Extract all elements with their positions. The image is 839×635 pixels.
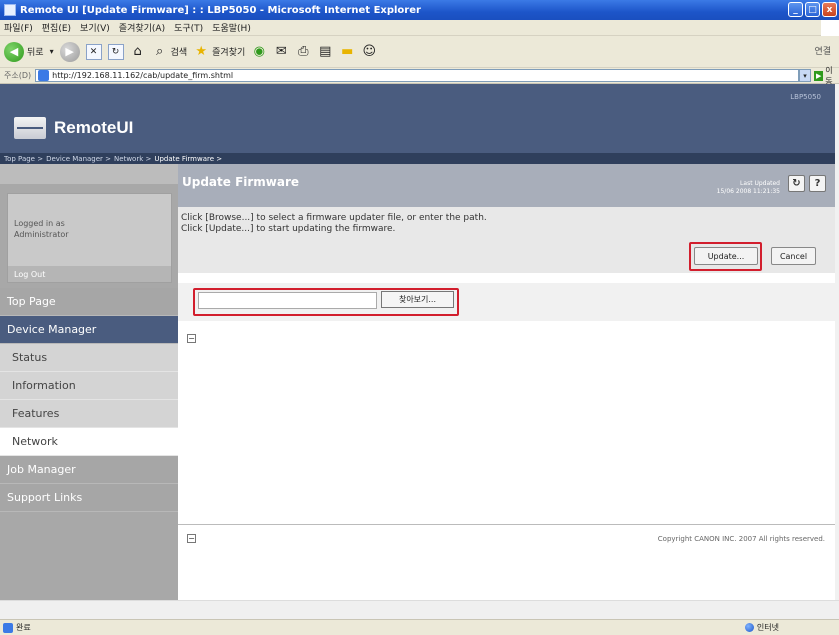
instruction-browse: Click [Browse...] to select a firmware u… xyxy=(181,213,487,223)
remote-ui-logo: RemoteUI xyxy=(14,117,133,139)
address-url[interactable]: http://192.168.11.162/cab/update_firm.sh… xyxy=(52,71,233,80)
menu-view[interactable]: 보기(V) xyxy=(80,21,110,34)
minimize-button[interactable]: _ xyxy=(788,2,803,17)
page-title: Update Firmware xyxy=(182,175,300,189)
favorites-star-icon[interactable]: ★ xyxy=(193,44,209,60)
favorites-button-label[interactable]: 즐겨찾기 xyxy=(212,45,245,58)
file-select-highlight-box xyxy=(193,288,459,316)
status-left: 완료 xyxy=(0,622,31,633)
browser-toolbar: ◀ 뒤로 ▾ ▶ ✕ ↻ ⌂ ⌕ 검색 ★ 즐겨찾기 ◉ ✉ ⎙ ▤ ▬ ☺ xyxy=(0,36,839,68)
back-button-label[interactable]: 뒤로 xyxy=(27,45,44,58)
back-dropdown-icon[interactable]: ▾ xyxy=(50,47,54,56)
main-content: Update Firmware Last Updated 15/06 2008 … xyxy=(178,164,835,600)
windows-logo-icon xyxy=(821,20,839,36)
breadcrumb-top-page[interactable]: Top Page > xyxy=(4,155,43,163)
printer-logo-icon xyxy=(14,117,46,139)
logout-button[interactable]: Log Out xyxy=(8,266,171,282)
page-scrollbar[interactable] xyxy=(835,84,839,604)
device-name: LBP5050 xyxy=(790,93,821,101)
login-line-1: Logged in as xyxy=(14,219,65,228)
refresh-icon[interactable]: ↻ xyxy=(107,43,124,60)
menu-favorites[interactable]: 즐겨찾기(A) xyxy=(119,21,165,34)
help-button[interactable]: ? xyxy=(809,175,826,192)
address-dropdown-icon[interactable]: ▾ xyxy=(799,69,811,82)
address-input[interactable]: http://192.168.11.162/cab/update_firm.sh… xyxy=(35,69,799,82)
edit-icon[interactable]: ▤ xyxy=(317,44,333,60)
refresh-page-button[interactable]: ↻ xyxy=(788,175,805,192)
sidebar-item-network[interactable]: Network xyxy=(0,428,178,456)
sidebar-item-information[interactable]: Information xyxy=(0,372,178,400)
history-icon[interactable]: ◉ xyxy=(251,44,267,60)
collapse-icon[interactable]: − xyxy=(187,334,196,343)
window-title: Remote UI [Update Firmware] : : LBP5050 … xyxy=(20,4,421,16)
window-controls: _ □ x xyxy=(788,2,837,17)
address-label: 주소(D) xyxy=(4,71,32,80)
update-highlight-box xyxy=(689,242,762,271)
maximize-button[interactable]: □ xyxy=(805,2,820,17)
globe-icon xyxy=(744,623,754,632)
cancel-button[interactable]: Cancel xyxy=(771,247,816,265)
last-updated: Last Updated 15/06 2008 11:21:35 xyxy=(717,180,780,196)
mail-icon[interactable]: ✉ xyxy=(273,44,289,60)
menu-help[interactable]: 도움말(H) xyxy=(212,21,251,34)
zone-text: 인터넷 xyxy=(756,623,779,632)
menu-tools[interactable]: 도구(T) xyxy=(174,21,203,34)
address-bar: 주소(D) http://192.168.11.162/cab/update_f… xyxy=(0,66,839,86)
breadcrumb-network[interactable]: Network > xyxy=(114,155,151,163)
ie-app-icon xyxy=(4,4,16,16)
go-arrow-icon: ▶ xyxy=(814,70,824,81)
login-status-box: Logged in as Administrator Log Out xyxy=(7,193,172,283)
bottom-page-strip xyxy=(0,600,839,619)
menu-file[interactable]: 파일(F) xyxy=(4,21,33,34)
page-icon xyxy=(38,70,50,81)
breadcrumb-update-firmware: Update Firmware > xyxy=(154,154,223,163)
sidebar: Logged in as Administrator Log Out Top P… xyxy=(0,164,178,600)
menu-bar: 파일(F) 편집(E) 보기(V) 즐겨찾기(A) 도구(T) 도움말(H) xyxy=(0,20,839,36)
folder-icon[interactable]: ▬ xyxy=(339,44,355,60)
window-title-bar: Remote UI [Update Firmware] : : LBP5050 … xyxy=(0,0,839,20)
print-icon[interactable]: ⎙ xyxy=(295,44,311,60)
back-arrow-icon[interactable]: ◀ xyxy=(4,41,24,62)
sidebar-item-support-links[interactable]: Support Links xyxy=(0,484,178,512)
links-label[interactable]: 연결 xyxy=(814,44,831,57)
menu-edit[interactable]: 편집(E) xyxy=(42,21,71,34)
close-button[interactable]: x xyxy=(822,2,837,17)
home-icon[interactable]: ⌂ xyxy=(130,44,146,60)
copyright-text: Copyright CANON INC. 2007 All rights res… xyxy=(657,535,825,543)
instruction-update: Click [Update...] to start updating the … xyxy=(181,224,396,234)
main-title-bar: Update Firmware Last Updated 15/06 2008 … xyxy=(178,164,835,207)
sidebar-nav: Top Page Device Manager Status Informati… xyxy=(0,288,178,512)
sidebar-top-strip xyxy=(0,164,178,184)
login-status-text: Logged in as Administrator xyxy=(14,218,69,240)
sidebar-item-device-manager[interactable]: Device Manager xyxy=(0,316,178,344)
messenger-icon[interactable]: ☺ xyxy=(361,44,377,60)
search-button-label[interactable]: 검색 xyxy=(171,45,188,58)
remote-ui-header: RemoteUI LBP5050 xyxy=(0,84,835,153)
breadcrumb: Top Page > Device Manager > Network > Up… xyxy=(0,153,835,164)
sidebar-item-features[interactable]: Features xyxy=(0,400,178,428)
logo-text: RemoteUI xyxy=(54,118,134,137)
status-bar: 완료 인터넷 xyxy=(0,619,839,635)
last-updated-label: Last Updated xyxy=(740,180,780,187)
login-line-2: Administrator xyxy=(14,230,69,239)
footer-collapse-icon[interactable]: − xyxy=(187,534,196,543)
sidebar-item-top-page[interactable]: Top Page xyxy=(0,288,178,316)
status-text: 완료 xyxy=(16,623,31,632)
go-button[interactable]: ▶ 이동 xyxy=(811,66,839,86)
sidebar-item-status[interactable]: Status xyxy=(0,344,178,372)
search-icon[interactable]: ⌕ xyxy=(152,44,168,60)
breadcrumb-device-manager[interactable]: Device Manager > xyxy=(46,155,111,163)
security-zone: 인터넷 xyxy=(744,622,779,633)
forward-arrow-icon[interactable]: ▶ xyxy=(59,41,80,62)
stop-icon[interactable]: ✕ xyxy=(85,43,102,60)
sidebar-item-job-manager[interactable]: Job Manager xyxy=(0,456,178,484)
last-updated-value: 15/06 2008 11:21:35 xyxy=(716,188,780,195)
ie-status-icon xyxy=(3,622,13,633)
